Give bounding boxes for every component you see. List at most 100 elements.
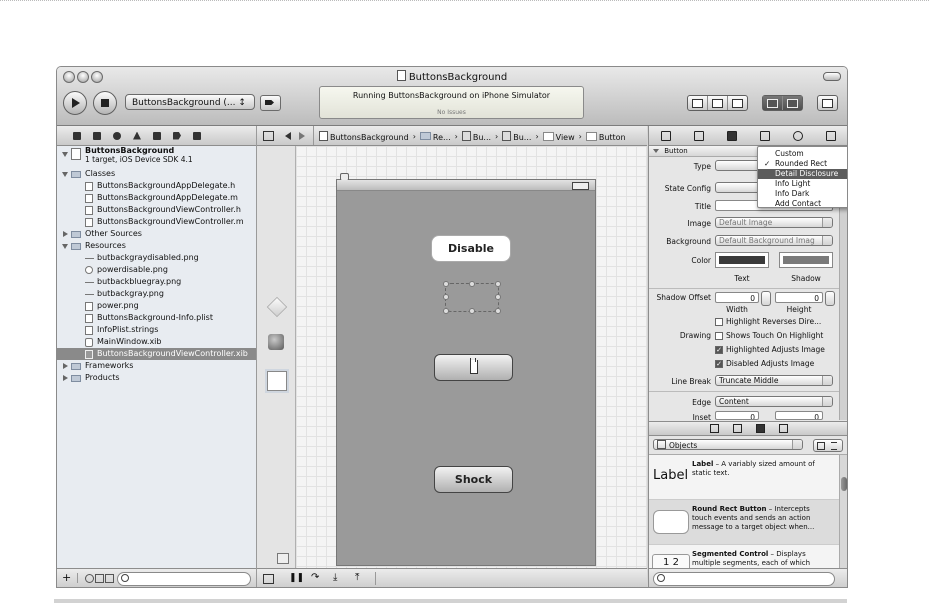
shadow-height-field[interactable]: 0 xyxy=(775,292,823,303)
breadcrumb-item[interactable]: ButtonsBackground xyxy=(319,131,409,142)
list-view-icon[interactable] xyxy=(831,442,837,450)
breadcrumb-item[interactable]: Bu... xyxy=(461,131,491,142)
menu-item-custom[interactable]: Custom xyxy=(758,149,847,159)
tree-group-resources[interactable]: Resources xyxy=(57,240,256,252)
button-type-menu[interactable]: Custom ✓ Rounded Rect Detail Disclosure I… xyxy=(757,146,847,209)
breakpoint-navigator-icon[interactable] xyxy=(173,131,181,140)
breadcrumb-item[interactable]: Re... xyxy=(419,131,451,142)
log-navigator-icon[interactable] xyxy=(193,131,201,140)
highlighted-adjusts-checkbox[interactable]: ✓ xyxy=(715,346,723,354)
library-view-toggle[interactable] xyxy=(813,439,843,452)
breadcrumb-item[interactable]: Button xyxy=(585,131,626,142)
menu-item-info-dark[interactable]: Info Dark xyxy=(758,189,847,199)
tree-file-row-selected[interactable]: ButtonsBackgroundViewController.xib xyxy=(57,348,256,360)
media-library-icon[interactable] xyxy=(778,424,788,433)
tree-file-row[interactable]: power.png xyxy=(57,300,256,312)
add-icon[interactable]: + xyxy=(62,571,71,584)
inset-left-field[interactable]: 0 xyxy=(775,411,823,420)
scm-filter-icon[interactable] xyxy=(105,574,114,583)
unsaved-filter-icon[interactable] xyxy=(95,574,104,583)
pause-icon[interactable]: ❚❚ xyxy=(289,573,304,583)
breakpoints-button[interactable] xyxy=(260,95,281,111)
navigator-toggle-icon[interactable] xyxy=(763,96,783,110)
breadcrumb-item[interactable]: Bu... xyxy=(502,131,531,142)
shadow-width-field[interactable]: 0 xyxy=(715,292,759,303)
search-navigator-icon[interactable] xyxy=(113,131,121,140)
selected-button-outline[interactable] xyxy=(443,281,501,314)
library-category-popup[interactable]: Objects xyxy=(653,439,803,450)
tree-file-row[interactable]: ButtonsBackgroundAppDelegate.m xyxy=(57,192,256,204)
step-out-icon[interactable]: ⤒ xyxy=(355,572,359,583)
edge-popup[interactable]: Content xyxy=(715,396,833,407)
toolbar-toggle-button[interactable] xyxy=(823,72,841,81)
power-button[interactable] xyxy=(434,354,513,381)
issue-navigator-icon[interactable] xyxy=(133,131,141,140)
library-search-field[interactable] xyxy=(653,572,835,586)
assistant-editor-icon[interactable] xyxy=(708,96,728,110)
attributes-inspector-icon[interactable] xyxy=(726,130,737,141)
icon-view-icon[interactable] xyxy=(817,442,825,450)
background-popup[interactable]: Default Background Imag xyxy=(715,235,833,246)
menu-item-add-contact[interactable]: Add Contact xyxy=(758,199,847,209)
files-owner-icon[interactable] xyxy=(266,296,288,318)
tree-file-row[interactable]: butbackgraydisabled.png xyxy=(57,252,256,264)
tree-group-other-sources[interactable]: Other Sources xyxy=(57,228,256,240)
library-item-segmented-control[interactable]: 1 2 Segmented Control – Displays multipl… xyxy=(649,545,847,569)
editor-mode-segmented[interactable] xyxy=(687,95,748,111)
tree-group-frameworks[interactable]: Frameworks xyxy=(57,360,256,372)
view-object-icon[interactable] xyxy=(267,371,287,391)
library-item-label[interactable]: Label Label – A variably sized amount of… xyxy=(649,455,847,500)
library-item-round-rect-button[interactable]: Round Rect Button – Intercepts touch eve… xyxy=(649,500,847,545)
scheme-popup[interactable]: ButtonsBackground (... ↕ xyxy=(125,94,255,110)
first-responder-icon[interactable] xyxy=(268,334,284,350)
tree-file-row[interactable]: ButtonsBackground-Info.plist xyxy=(57,312,256,324)
bindings-inspector-icon[interactable] xyxy=(826,130,837,141)
tree-file-row[interactable]: butbackgray.png xyxy=(57,288,256,300)
organizer-button[interactable] xyxy=(817,95,838,111)
tree-project-row[interactable]: ButtonsBackground 1 target, iOS Device S… xyxy=(57,146,256,168)
step-into-icon[interactable]: ⤓ xyxy=(333,572,337,583)
shadow-color-well[interactable] xyxy=(779,252,833,268)
related-files-icon[interactable] xyxy=(263,131,274,141)
shows-touch-checkbox[interactable] xyxy=(715,332,723,340)
hide-debug-area-icon[interactable] xyxy=(263,574,274,584)
menu-item-rounded-rect[interactable]: ✓ Rounded Rect xyxy=(758,159,847,169)
library-scroll-thumb[interactable] xyxy=(841,477,847,491)
project-navigator-icon[interactable] xyxy=(73,131,81,140)
standard-editor-icon[interactable] xyxy=(688,96,708,110)
shadow-width-stepper[interactable] xyxy=(761,291,771,306)
step-over-icon[interactable]: ↷ xyxy=(311,572,319,583)
tree-group-products[interactable]: Products xyxy=(57,372,256,384)
stop-button[interactable] xyxy=(93,91,117,115)
shadow-height-stepper[interactable] xyxy=(825,291,835,306)
symbol-navigator-icon[interactable] xyxy=(93,131,101,140)
view-toggle-segmented[interactable] xyxy=(762,95,803,111)
code-snippet-library-icon[interactable] xyxy=(732,424,742,433)
menu-item-info-light[interactable]: Info Light xyxy=(758,179,847,189)
tree-file-row[interactable]: powerdisable.png xyxy=(57,264,256,276)
tree-file-row[interactable]: MainWindow.xib xyxy=(57,336,256,348)
shock-button[interactable]: Shock xyxy=(434,466,513,493)
menu-item-detail-disclosure[interactable]: Detail Disclosure xyxy=(758,169,847,179)
breadcrumb-item[interactable]: View xyxy=(542,131,575,142)
tree-file-row[interactable]: ButtonsBackgroundViewController.m xyxy=(57,216,256,228)
tree-group-classes[interactable]: Classes xyxy=(57,168,256,180)
utilities-toggle-icon[interactable] xyxy=(783,96,802,110)
navigator-search-field[interactable] xyxy=(117,572,251,586)
disabled-adjusts-checkbox[interactable]: ✓ xyxy=(715,360,723,368)
recent-filter-icon[interactable] xyxy=(85,574,94,583)
back-arrow-icon[interactable] xyxy=(285,132,291,140)
image-popup[interactable]: Default Image xyxy=(715,217,833,228)
version-editor-icon[interactable] xyxy=(728,96,747,110)
highlight-reverses-checkbox[interactable] xyxy=(715,318,723,326)
tree-file-row[interactable]: ButtonsBackgroundAppDelegate.h xyxy=(57,180,256,192)
inset-top-field[interactable]: 0 xyxy=(715,411,759,420)
object-library-icon[interactable] xyxy=(755,424,765,433)
run-button[interactable] xyxy=(63,91,87,115)
iphone-view[interactable]: Disable Shock xyxy=(336,173,596,566)
size-inspector-icon[interactable] xyxy=(760,130,771,141)
identity-inspector-icon[interactable] xyxy=(693,130,704,141)
disable-button[interactable]: Disable xyxy=(431,235,511,262)
file-inspector-icon[interactable] xyxy=(660,130,671,141)
forward-arrow-icon[interactable] xyxy=(299,132,305,140)
